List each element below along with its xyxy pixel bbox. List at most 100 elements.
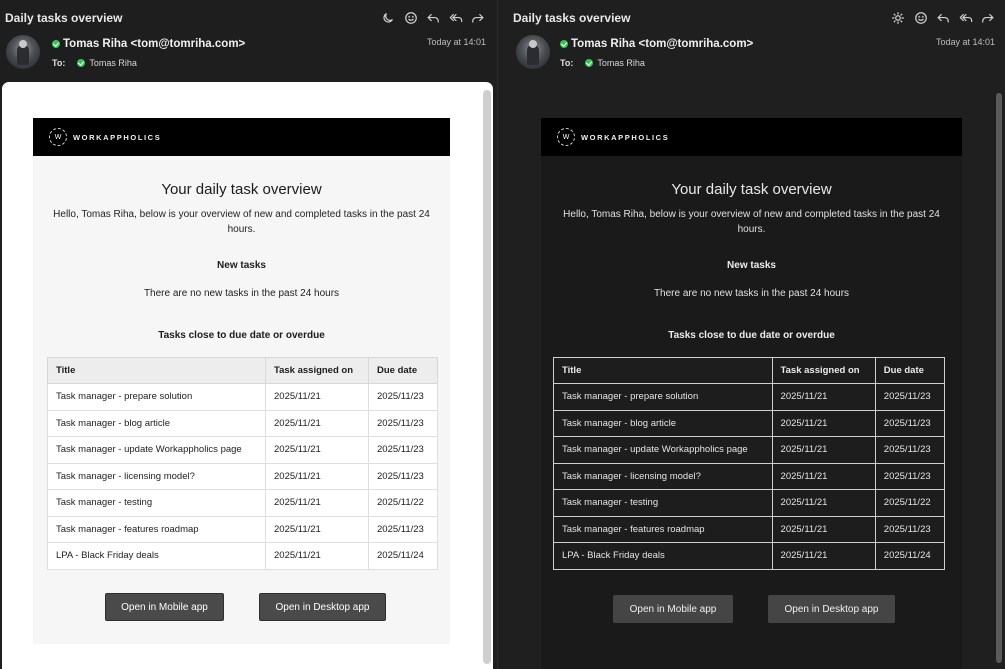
scrollbar[interactable]: [483, 90, 491, 664]
brand-name: WORKAPPHOLICS: [581, 132, 670, 142]
open-desktop-app-button[interactable]: Open in Desktop app: [768, 595, 895, 623]
column-header-due: Due date: [874, 357, 946, 384]
email-intro: Hello, Tomas Riha, below is your overvie…: [53, 209, 430, 235]
email-body: W WORKAPPHOLICS Your daily task overview…: [2, 82, 493, 669]
task-due-cell: 2025/11/23: [874, 515, 946, 543]
new-tasks-title: New tasks: [727, 260, 776, 271]
recipient-row: To: Tomas Riha: [560, 58, 645, 68]
table-row: Task manager - update Workappholics page…: [47, 436, 438, 464]
email-headline: Your daily task overview: [671, 181, 832, 198]
open-mobile-app-button[interactable]: Open in Mobile app: [613, 595, 733, 623]
task-assigned-cell: 2025/11/21: [771, 462, 876, 490]
task-assigned-cell: 2025/11/21: [771, 436, 876, 464]
task-assigned-cell: 2025/11/21: [265, 542, 369, 570]
to-label: To:: [560, 58, 574, 68]
reply-icon[interactable]: [932, 9, 954, 27]
reply-all-icon[interactable]: [445, 9, 467, 27]
task-assigned-cell: 2025/11/21: [265, 409, 369, 437]
email-subject: Daily tasks overview: [5, 11, 123, 25]
no-new-tasks-text: There are no new tasks in the past 24 ho…: [653, 288, 850, 299]
sender-row: Tomas Riha <tom@tomriha.com>: [52, 38, 245, 50]
workappholics-logo-icon: W: [49, 128, 67, 146]
verified-check-icon: [52, 40, 60, 48]
table-row: LPA - Black Friday deals 2025/11/21 2025/1…: [47, 542, 438, 570]
table-row: Task manager - licensing model? 2025/11/2…: [553, 462, 946, 490]
sender-name: Tomas Riha <tom@tomriha.com>: [571, 38, 754, 50]
email-card: W WORKAPPHOLICS Your daily task overview…: [541, 118, 962, 669]
smiley-icon[interactable]: [910, 9, 932, 27]
task-assigned-cell: 2025/11/21: [771, 542, 876, 570]
table-row: Task manager - blog article 2025/11/21 202…: [553, 409, 946, 437]
task-title-cell: Task manager - licensing model?: [47, 462, 266, 490]
table-row: Task manager - licensing model? 2025/11/2…: [47, 462, 438, 490]
task-assigned-cell: 2025/11/21: [771, 383, 876, 411]
table-row: Task manager - testing 2025/11/21 2025/11/…: [47, 489, 438, 517]
task-assigned-cell: 2025/11/21: [771, 515, 876, 543]
due-tasks-table: Title Task assigned on Due date Task man…: [553, 357, 946, 570]
email-card: W WORKAPPHOLICS Your daily task overview…: [33, 118, 450, 644]
scrollbar[interactable]: [996, 93, 1002, 663]
email-subject: Daily tasks overview: [513, 11, 631, 25]
task-assigned-cell: 2025/11/21: [771, 409, 876, 437]
recipient-row: To: Tomas Riha: [52, 58, 137, 68]
forward-icon[interactable]: [977, 9, 999, 27]
open-mobile-app-button[interactable]: Open in Mobile app: [105, 593, 224, 621]
brand-banner: W WORKAPPHOLICS: [541, 118, 962, 156]
task-assigned-cell: 2025/11/21: [265, 383, 369, 411]
brand-banner: W WORKAPPHOLICS: [33, 118, 450, 156]
task-assigned-cell: 2025/11/21: [265, 489, 369, 517]
sender-avatar: [516, 35, 550, 69]
sender-name: Tomas Riha <tom@tomriha.com>: [63, 38, 246, 50]
task-assigned-cell: 2025/11/21: [265, 462, 369, 490]
verified-check-icon: [560, 40, 568, 48]
task-title-cell: Task manager - testing: [553, 489, 773, 517]
sender-row: Tomas Riha <tom@tomriha.com>: [560, 38, 753, 50]
reply-icon[interactable]: [422, 9, 444, 27]
task-due-cell: 2025/11/23: [874, 383, 946, 411]
table-row: Task manager - testing 2025/11/21 2025/11/…: [553, 489, 946, 517]
column-header-due: Due date: [368, 357, 438, 384]
email-headline: Your daily task overview: [161, 181, 322, 198]
task-title-cell: Task manager - blog article: [553, 409, 773, 437]
sun-icon[interactable]: [887, 9, 909, 27]
task-title-cell: Task manager - features roadmap: [553, 515, 773, 543]
verified-check-icon: [77, 59, 86, 67]
table-row: Task manager - features roadmap 2025/11/2…: [47, 515, 438, 543]
due-tasks-table: Title Task assigned on Due date Task man…: [47, 357, 438, 570]
task-title-cell: Task manager - features roadmap: [47, 515, 266, 543]
task-due-cell: 2025/11/23: [368, 462, 438, 490]
recipient-name[interactable]: Tomas Riha: [89, 58, 137, 68]
forward-icon[interactable]: [467, 9, 489, 27]
task-due-cell: 2025/11/23: [874, 409, 946, 437]
recipient-name[interactable]: Tomas Riha: [597, 58, 645, 68]
task-title-cell: LPA - Black Friday deals: [553, 542, 773, 570]
due-tasks-title: Tasks close to due date or overdue: [668, 330, 835, 341]
table-row: Task manager - blog article 2025/11/21 202…: [47, 409, 438, 437]
column-header-assigned: Task assigned on: [771, 357, 876, 384]
task-assigned-cell: 2025/11/21: [771, 489, 876, 517]
column-header-assigned: Task assigned on: [265, 357, 369, 384]
workappholics-logo-icon: W: [557, 128, 575, 146]
to-label: To:: [52, 58, 66, 68]
reply-all-icon[interactable]: [955, 9, 977, 27]
table-row: LPA - Black Friday deals 2025/11/21 2025/1…: [553, 542, 946, 570]
column-header-title: Title: [553, 357, 773, 384]
task-title-cell: Task manager - blog article: [47, 409, 266, 437]
verified-check-icon: [585, 59, 594, 67]
task-due-cell: 2025/11/23: [368, 409, 438, 437]
open-desktop-app-button[interactable]: Open in Desktop app: [259, 593, 386, 621]
task-title-cell: Task manager - prepare solution: [47, 383, 266, 411]
table-header-row: Title Task assigned on Due date: [553, 357, 946, 384]
task-title-cell: Task manager - prepare solution: [553, 383, 773, 411]
email-pane-dark: Daily tasks overview Tomas Riha <tom@tom…: [497, 0, 1005, 669]
sender-avatar: [6, 35, 40, 69]
moon-icon[interactable]: [377, 9, 399, 27]
smiley-icon[interactable]: [400, 9, 422, 27]
task-due-cell: 2025/11/22: [368, 489, 438, 517]
task-due-cell: 2025/11/23: [368, 383, 438, 411]
email-intro: Hello, Tomas Riha, below is your overvie…: [563, 209, 940, 235]
task-title-cell: LPA - Black Friday deals: [47, 542, 266, 570]
new-tasks-title: New tasks: [217, 260, 266, 271]
task-title-cell: Task manager - update Workappholics page: [553, 436, 773, 464]
table-body: Task manager - prepare solution 2025/11/2…: [553, 383, 946, 570]
